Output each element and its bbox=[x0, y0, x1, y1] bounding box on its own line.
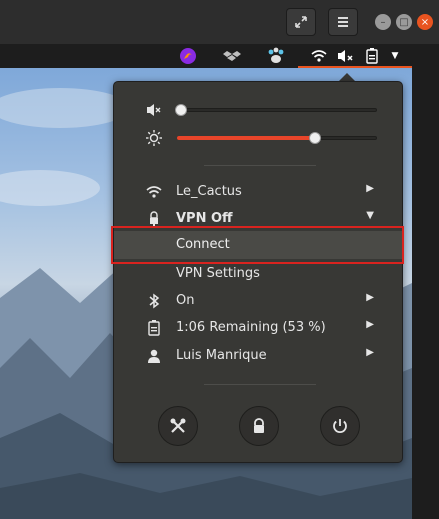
volume-slider-knob[interactable] bbox=[175, 104, 187, 116]
chevron-right-icon: ▶ bbox=[366, 319, 374, 330]
highlight-annotation bbox=[111, 226, 404, 264]
battery-icon[interactable] bbox=[362, 46, 382, 66]
power-icon bbox=[333, 419, 347, 433]
brightness-slider-knob[interactable] bbox=[309, 132, 321, 144]
chevron-right-icon: ▶ bbox=[366, 183, 374, 194]
maximize-icon: □ bbox=[399, 16, 409, 28]
battery-menu-item[interactable]: 1:06 Remaining (53 %) ▶ bbox=[114, 315, 404, 341]
wifi-icon bbox=[146, 183, 162, 201]
separator bbox=[204, 384, 316, 385]
minimize-button[interactable]: – bbox=[375, 14, 391, 30]
wifi-network-label: Le_Cactus bbox=[176, 184, 242, 199]
vpn-settings-label: VPN Settings bbox=[176, 266, 260, 281]
hamburger-icon bbox=[338, 17, 348, 27]
close-button[interactable]: × bbox=[417, 14, 433, 30]
expand-icon bbox=[295, 16, 307, 28]
user-name-label: Luis Manrique bbox=[176, 348, 267, 363]
separator bbox=[204, 165, 316, 166]
paw-icon[interactable] bbox=[266, 46, 286, 66]
lock-button[interactable] bbox=[239, 406, 279, 446]
app-titlebar: – □ × bbox=[0, 0, 439, 45]
top-panel: ▼ bbox=[0, 44, 412, 68]
fullscreen-button[interactable] bbox=[286, 8, 316, 36]
dropbox-icon[interactable] bbox=[222, 46, 242, 66]
volume-muted-icon[interactable] bbox=[336, 46, 356, 66]
user-menu-item[interactable]: Luis Manrique ▶ bbox=[114, 343, 404, 369]
maximize-button[interactable]: □ bbox=[396, 14, 412, 30]
screen-edge bbox=[412, 44, 439, 519]
menu-button[interactable] bbox=[328, 8, 358, 36]
minimize-icon: – bbox=[380, 16, 386, 28]
battery-status-label: 1:06 Remaining (53 %) bbox=[176, 320, 326, 335]
battery-icon bbox=[146, 319, 162, 337]
firefox-icon[interactable] bbox=[178, 46, 198, 66]
chevron-right-icon: ▶ bbox=[366, 292, 374, 303]
system-menu: Le_Cactus ▶ VPN Off ▼ Connect VPN Settin… bbox=[113, 81, 403, 463]
power-button[interactable] bbox=[320, 406, 360, 446]
chevron-down-icon: ▼ bbox=[366, 210, 374, 221]
wifi-menu-item[interactable]: Le_Cactus ▶ bbox=[114, 179, 404, 205]
chevron-right-icon: ▶ bbox=[366, 347, 374, 358]
wifi-icon[interactable] bbox=[309, 46, 329, 66]
bluetooth-icon bbox=[146, 292, 162, 310]
brightness-slider-fill bbox=[177, 136, 317, 140]
bluetooth-menu-item[interactable]: On ▶ bbox=[114, 288, 404, 314]
lock-icon bbox=[254, 418, 264, 433]
bluetooth-status-label: On bbox=[176, 293, 195, 308]
settings-button[interactable] bbox=[158, 406, 198, 446]
chevron-down-icon[interactable]: ▼ bbox=[385, 46, 405, 66]
brightness-icon bbox=[145, 129, 163, 147]
volume-muted-icon bbox=[146, 102, 162, 118]
user-icon bbox=[146, 347, 162, 365]
vpn-settings-item[interactable]: VPN Settings bbox=[114, 261, 404, 287]
tools-icon bbox=[170, 418, 186, 433]
close-icon: × bbox=[420, 16, 430, 28]
vpn-status-label: VPN Off bbox=[176, 211, 233, 226]
volume-slider[interactable] bbox=[177, 108, 377, 112]
